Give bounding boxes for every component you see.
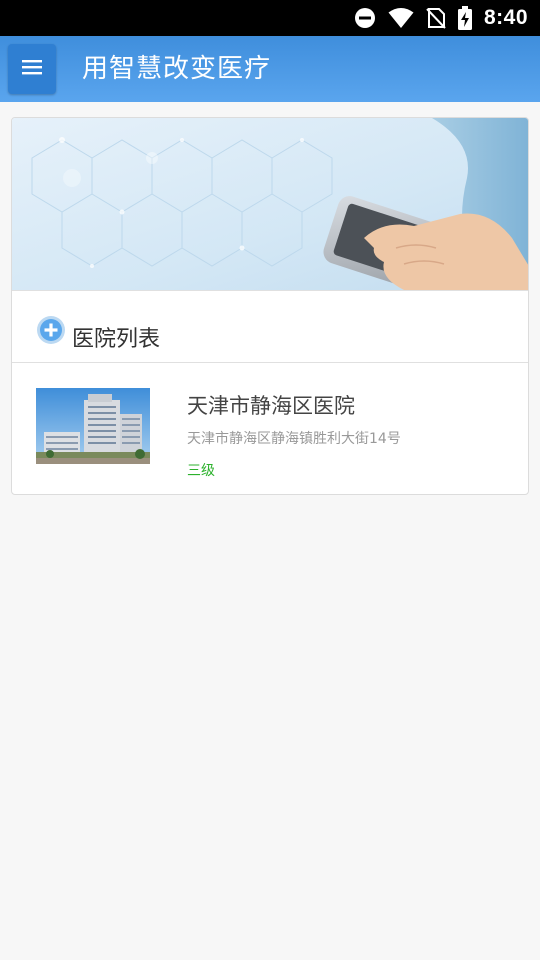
hospital-level-badge: 三级 bbox=[187, 463, 215, 479]
battery-charging-icon bbox=[457, 6, 472, 30]
wifi-icon bbox=[388, 7, 414, 29]
app-bar: 用智慧改变医疗 bbox=[0, 36, 540, 102]
banner-image bbox=[12, 118, 528, 303]
hospital-address: 天津市静海区静海镇胜利大街14号 bbox=[187, 431, 401, 447]
section-title: 医院列表 bbox=[72, 327, 161, 352]
hospital-name: 天津市静海区医院 bbox=[187, 394, 355, 418]
do-not-disturb-icon bbox=[354, 7, 376, 29]
hospital-thumbnail bbox=[36, 388, 150, 464]
menu-button[interactable] bbox=[8, 44, 56, 94]
no-sim-icon bbox=[426, 7, 446, 29]
status-bar: 8:40 bbox=[0, 0, 540, 36]
hospital-card: 医院列表 天津市静海区医院 天津市静海区静海镇胜利大街14号 三级 bbox=[11, 117, 529, 495]
hospital-list-header: 医院列表 bbox=[12, 290, 528, 363]
list-item[interactable]: 天津市静海区医院 天津市静海区静海镇胜利大街14号 三级 bbox=[12, 364, 528, 494]
hamburger-menu-icon bbox=[22, 59, 42, 79]
page-title: 用智慧改变医疗 bbox=[82, 54, 272, 84]
status-time: 8:40 bbox=[483, 6, 528, 29]
plus-circle-icon bbox=[36, 315, 66, 345]
